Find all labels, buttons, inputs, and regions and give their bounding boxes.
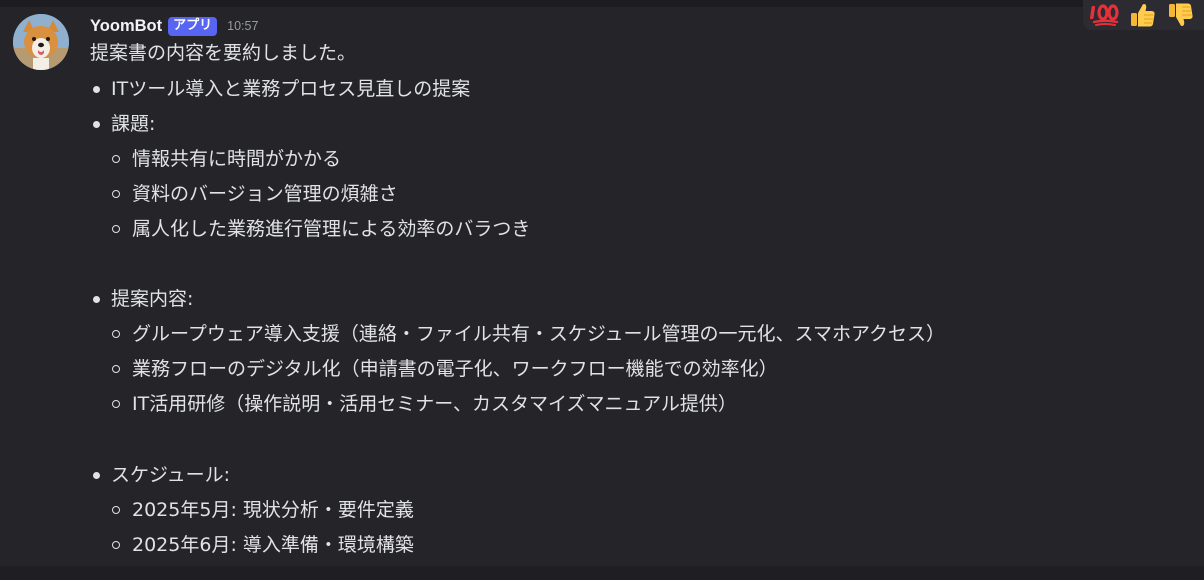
sub-list-item: 2025年5月: 現状分析・要件定義 — [132, 499, 414, 521]
app-badge: アプリ — [168, 16, 218, 36]
bottom-divider — [0, 566, 1204, 580]
sub-list-item: 属人化した業務進行管理による効率のバラつき — [132, 218, 531, 240]
list-item-issues-label: 課題: — [111, 113, 156, 135]
hundred-points-icon — [1090, 4, 1119, 26]
top-divider — [0, 0, 1204, 7]
thumbs-down-icon — [1169, 3, 1193, 26]
sub-list-item: IT活用研修（操作説明・活用セミナー、カスタマイズマニュアル提供） — [132, 393, 737, 415]
sub-bullet — [112, 190, 120, 198]
sub-bullet — [112, 155, 120, 163]
sub-bullet — [112, 506, 120, 514]
reaction-bar — [1083, 0, 1204, 30]
sub-bullet — [112, 400, 120, 408]
sub-list-item: 情報共有に時間がかかる — [132, 148, 342, 170]
thumbs-up-icon — [1131, 4, 1155, 27]
timestamp[interactable]: 10:57 — [227, 19, 258, 33]
reaction-thumbs-up[interactable] — [1127, 2, 1159, 28]
sub-list-item: 2025年6月: 導入準備・環境構築 — [132, 534, 414, 556]
bullet-dot — [93, 86, 100, 93]
list-item-schedule-label: スケジュール: — [111, 464, 231, 486]
reaction-thumbs-down[interactable] — [1165, 2, 1197, 28]
sub-bullet — [112, 330, 120, 338]
bullet-dot — [93, 296, 100, 303]
bullet-dot — [93, 121, 100, 128]
sub-list-item: グループウェア導入支援（連絡・ファイル共有・スケジュール管理の一元化、スマホアク… — [132, 323, 946, 345]
sub-bullet — [112, 365, 120, 373]
sub-bullet — [112, 225, 120, 233]
reaction-hundred-points[interactable] — [1089, 2, 1121, 28]
avatar[interactable] — [13, 14, 69, 70]
message-intro: 提案書の内容を要約しました。 — [90, 42, 357, 64]
message-header: YoomBot アプリ 10:57 — [90, 14, 258, 38]
sub-list-item: 業務フローのデジタル化（申請書の電子化、ワークフロー機能での効率化） — [132, 358, 778, 380]
list-item-topic: ITツール導入と業務プロセス見直しの提案 — [111, 78, 471, 100]
sub-list-item: 資料のバージョン管理の煩雑さ — [132, 183, 398, 205]
sub-bullet — [112, 541, 120, 549]
bullet-dot — [93, 472, 100, 479]
author-name[interactable]: YoomBot — [90, 17, 162, 36]
chat-message: YoomBot アプリ 10:57 提案書の内容を要約しました。 ITツール導入… — [0, 7, 1204, 566]
list-item-proposal-label: 提案内容: — [111, 288, 194, 310]
